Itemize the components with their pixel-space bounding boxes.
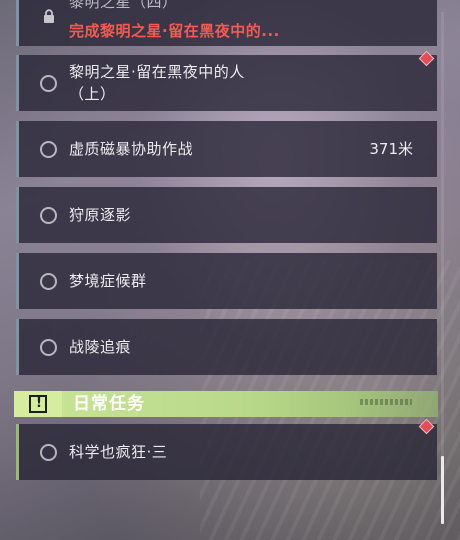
daily-quest-item[interactable]: 科学也疯狂·三 <box>16 424 437 480</box>
quest-label: 黎明之星·留在黑夜中的人 （上） <box>69 61 245 105</box>
daily-icon-box: ! <box>14 391 62 417</box>
quest-accent-bar <box>16 319 19 375</box>
quest-accent-bar <box>16 253 19 309</box>
quest-label: 战陵追痕 <box>69 338 132 356</box>
circle-icon <box>40 141 57 158</box>
circle-icon <box>40 444 57 461</box>
circle-icon <box>40 339 57 356</box>
circle-icon <box>40 75 57 92</box>
quest-item[interactable]: 战陵追痕 <box>16 319 437 375</box>
quest-label-line: （上） <box>69 85 116 103</box>
quest-distance: 371米 <box>369 140 413 158</box>
lock-icon <box>44 9 54 23</box>
quest-accent-bar <box>16 187 19 243</box>
quest-accent-bar <box>16 121 19 177</box>
quest-list: 黎明之星（四） 完成黎明之星·留在黑夜中的... 黎明之星·留在黑夜中的人 （上… <box>0 0 460 540</box>
quest-accent-bar <box>16 55 19 111</box>
quest-item[interactable]: 黎明之星·留在黑夜中的人 （上） <box>16 55 437 111</box>
scrollbar-thumb[interactable] <box>441 456 444 524</box>
quest-label-line: 黎明之星·留在黑夜中的人 <box>69 63 245 81</box>
circle-icon <box>40 273 57 290</box>
quest-item[interactable]: 虚质磁暴协助作战 371米 <box>16 121 437 177</box>
daily-quests-title: 日常任务 <box>73 394 145 414</box>
quest-item-locked[interactable]: 黎明之星（四） 完成黎明之星·留在黑夜中的... <box>16 0 437 46</box>
quest-item[interactable]: 梦境症候群 <box>16 253 437 309</box>
quest-item[interactable]: 狩原逐影 <box>16 187 437 243</box>
quest-label: 科学也疯狂·三 <box>69 443 168 461</box>
quest-label: 虚质磁暴协助作战 <box>69 140 194 158</box>
decorative-stripe <box>360 399 412 405</box>
quest-accent-bar <box>16 424 19 480</box>
quest-unlock-requirement: 完成黎明之星·留在黑夜中的... <box>69 22 280 40</box>
quest-label: 梦境症候群 <box>69 272 147 290</box>
quest-accent-bar <box>16 0 19 46</box>
scrollbar-track[interactable] <box>441 12 444 524</box>
circle-icon <box>40 207 57 224</box>
daily-quests-header[interactable]: ! 日常任务 <box>14 391 438 417</box>
quest-title: 黎明之星（四） <box>69 0 178 11</box>
exclamation-icon: ! <box>29 395 47 413</box>
quest-label: 狩原逐影 <box>69 206 132 224</box>
